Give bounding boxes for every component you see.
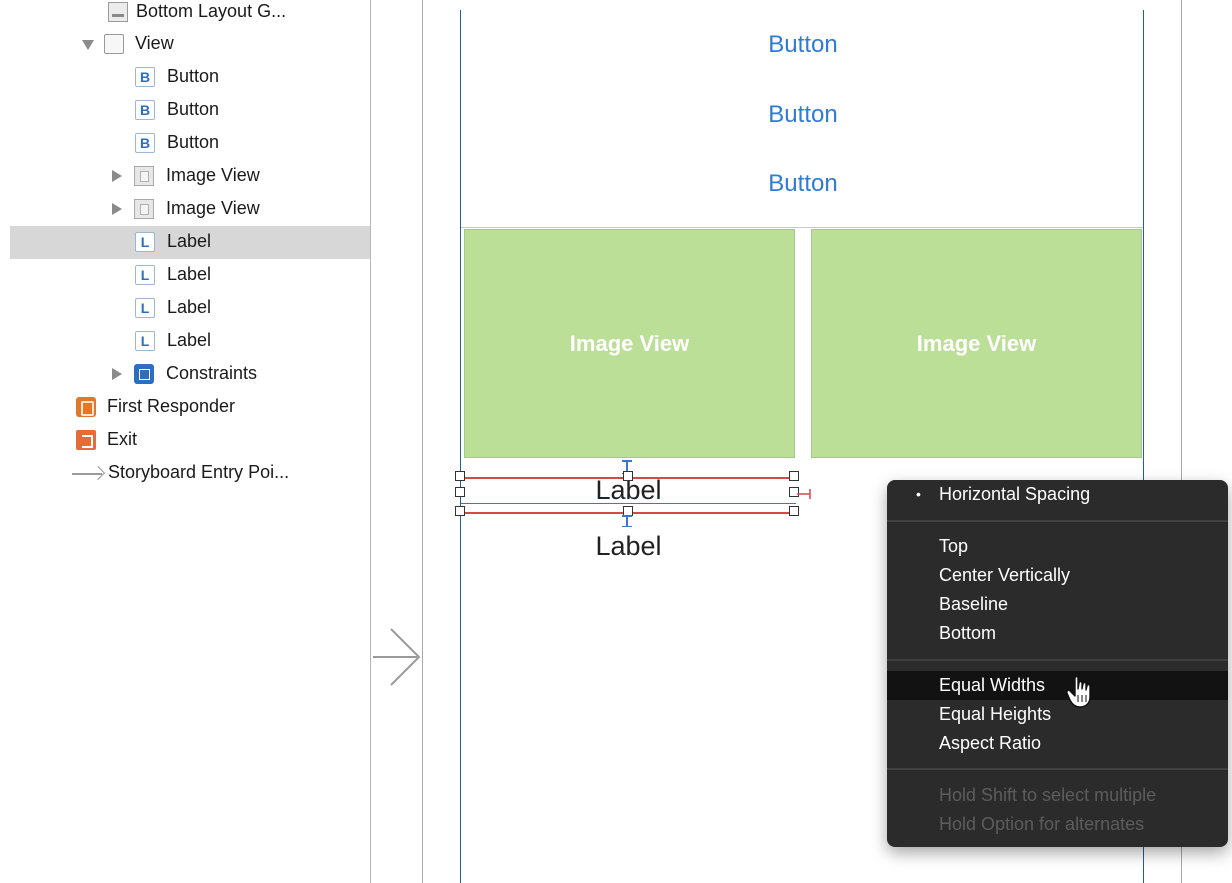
constraint-context-menu[interactable]: • Horizontal Spacing Top Center Vertical… bbox=[887, 480, 1228, 847]
outline-item-label[interactable]: L Label bbox=[10, 292, 370, 325]
outline-item-label-selected[interactable]: L Label bbox=[10, 226, 370, 259]
menu-hint-shift: Hold Shift to select multiple bbox=[887, 781, 1228, 810]
outline-item-button[interactable]: B Button bbox=[10, 127, 370, 160]
outline-item-label: Exit bbox=[107, 429, 138, 449]
menu-item-label: Aspect Ratio bbox=[939, 733, 1042, 753]
menu-item-center-vertically[interactable]: Center Vertically bbox=[887, 561, 1228, 590]
scene-frame-line bbox=[422, 0, 423, 883]
outline-item-first-responder[interactable]: First Responder bbox=[10, 391, 370, 424]
outline-item-label: Label bbox=[167, 231, 212, 251]
label-icon: L bbox=[135, 298, 155, 318]
outline-item-view[interactable]: View bbox=[10, 28, 370, 61]
layout-guide-icon bbox=[108, 2, 128, 22]
constraints-icon bbox=[134, 364, 154, 384]
outline-item-image-view[interactable]: Image View bbox=[10, 193, 370, 226]
label-icon: L bbox=[135, 265, 155, 285]
button-icon: B bbox=[135, 100, 155, 120]
outline-item-image-view[interactable]: Image View bbox=[10, 160, 370, 193]
menu-separator bbox=[887, 659, 1228, 661]
resize-handle[interactable] bbox=[455, 506, 465, 516]
outline-item-bottom-layout-guide[interactable]: Bottom Layout G... bbox=[10, 0, 370, 29]
view-icon bbox=[104, 34, 124, 54]
menu-item-horizontal-spacing[interactable]: • Horizontal Spacing bbox=[887, 480, 1228, 509]
label-icon: L bbox=[135, 232, 155, 252]
resize-handle[interactable] bbox=[623, 471, 633, 481]
exit-icon bbox=[76, 430, 96, 450]
menu-item-aspect-ratio[interactable]: Aspect Ratio bbox=[887, 729, 1228, 758]
canvas-button[interactable]: Button bbox=[461, 31, 1145, 59]
menu-item-label: Horizontal Spacing bbox=[939, 484, 1091, 504]
outline-item-button[interactable]: B Button bbox=[10, 61, 370, 94]
outline-item-label: Image View bbox=[166, 165, 260, 185]
menu-item-label: Hold Shift to select multiple bbox=[939, 785, 1157, 805]
pointing-hand-cursor-icon bbox=[1066, 675, 1091, 708]
resize-handle[interactable] bbox=[789, 506, 799, 516]
outline-item-label: Button bbox=[167, 66, 220, 86]
entry-point-arrow-icon bbox=[72, 467, 106, 481]
outline-item-label: Label bbox=[167, 330, 212, 350]
disclosure-triangle-icon[interactable] bbox=[112, 368, 122, 380]
outline-item-label: Button bbox=[167, 99, 220, 119]
disclosure-triangle-icon[interactable] bbox=[112, 203, 122, 215]
label-icon: L bbox=[135, 331, 155, 351]
canvas-button[interactable]: Button bbox=[461, 101, 1145, 129]
outline-item-label: Label bbox=[167, 264, 212, 284]
disclosure-triangle-icon[interactable] bbox=[112, 170, 122, 182]
outline-item-label: Label bbox=[167, 297, 212, 317]
document-outline: Bottom Layout G... View B Button B Butto… bbox=[0, 0, 370, 883]
outline-item-label: Bottom Layout G... bbox=[136, 1, 287, 21]
menu-item-top[interactable]: Top bbox=[887, 532, 1228, 561]
menu-item-label: Center Vertically bbox=[939, 565, 1071, 585]
menu-hint-option: Hold Option for alternates bbox=[887, 810, 1228, 839]
menu-item-label: Top bbox=[939, 536, 969, 556]
checked-bullet-icon: • bbox=[916, 486, 921, 502]
canvas-button[interactable]: Button bbox=[461, 170, 1145, 198]
outline-item-label: View bbox=[135, 33, 174, 53]
vertical-spacing-constraint-icon[interactable] bbox=[623, 515, 631, 527]
divider bbox=[461, 227, 1143, 228]
canvas-image-view[interactable]: Image View bbox=[811, 229, 1142, 458]
image-view-icon bbox=[134, 199, 154, 219]
menu-item-equal-widths[interactable]: Equal Widths bbox=[887, 671, 1228, 700]
menu-item-equal-heights[interactable]: Equal Heights bbox=[887, 700, 1228, 729]
outline-item-label: Image View bbox=[166, 198, 260, 218]
outline-item-exit[interactable]: Exit bbox=[10, 424, 370, 457]
button-icon: B bbox=[135, 67, 155, 87]
image-view-placeholder-text: Image View bbox=[569, 330, 690, 356]
resize-handle[interactable] bbox=[455, 487, 465, 497]
menu-item-baseline[interactable]: Baseline bbox=[887, 590, 1228, 619]
menu-item-bottom[interactable]: Bottom bbox=[887, 619, 1228, 648]
outline-item-constraints[interactable]: Constraints bbox=[10, 358, 370, 391]
outline-item-label: Storyboard Entry Poi... bbox=[108, 462, 290, 482]
selected-label[interactable]: Label bbox=[455, 471, 811, 516]
canvas-image-view[interactable]: Image View bbox=[464, 229, 795, 458]
outline-item-label: First Responder bbox=[107, 396, 236, 416]
outline-item-label: Button bbox=[167, 132, 220, 152]
outline-item-button[interactable]: B Button bbox=[10, 94, 370, 127]
menu-item-label: Hold Option for alternates bbox=[939, 814, 1145, 834]
outline-item-label: Constraints bbox=[166, 363, 258, 383]
menu-separator bbox=[887, 768, 1228, 770]
resize-handle[interactable] bbox=[789, 471, 799, 481]
menu-item-label: Equal Widths bbox=[939, 675, 1046, 695]
menu-item-label: Baseline bbox=[939, 594, 1009, 614]
outline-item-label[interactable]: L Label bbox=[10, 259, 370, 292]
first-responder-icon bbox=[76, 397, 96, 417]
storyboard-entry-arrow-icon[interactable] bbox=[373, 625, 421, 689]
image-view-placeholder-text: Image View bbox=[916, 330, 1037, 356]
image-view-icon bbox=[134, 166, 154, 186]
menu-item-label: Equal Heights bbox=[939, 704, 1052, 724]
button-icon: B bbox=[135, 133, 155, 153]
disclosure-triangle-icon[interactable] bbox=[82, 40, 94, 50]
resize-handle[interactable] bbox=[455, 471, 465, 481]
horizontal-constraint-icon[interactable] bbox=[797, 487, 811, 501]
outline-item-storyboard-entry-point[interactable]: Storyboard Entry Poi... bbox=[10, 457, 370, 490]
menu-item-label: Bottom bbox=[939, 623, 997, 643]
canvas-label[interactable]: Label bbox=[461, 531, 796, 562]
outline-item-label[interactable]: L Label bbox=[10, 325, 370, 358]
menu-separator bbox=[887, 520, 1228, 522]
